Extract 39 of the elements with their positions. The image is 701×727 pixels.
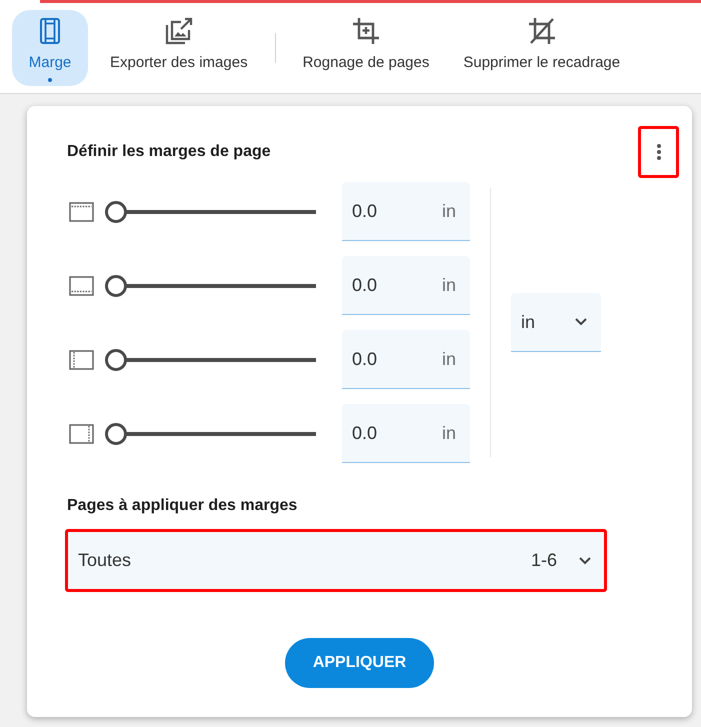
margin-input-field[interactable]: 0.0 in [342, 182, 470, 241]
margin-input-field[interactable]: 0.0 in [342, 256, 470, 315]
margin-slider-track[interactable] [105, 348, 316, 370]
margin-slider-track[interactable] [105, 200, 316, 222]
page-margins-icon [40, 17, 60, 45]
active-dot-icon [48, 78, 52, 82]
export-images-icon [164, 17, 193, 45]
pages-select[interactable]: Toutes 1-6 [65, 529, 607, 592]
margin-input-field[interactable]: 0.0 in [342, 404, 470, 463]
slider-thumb[interactable] [105, 274, 127, 296]
chevron-down-icon [575, 318, 587, 326]
slider-thumb[interactable] [105, 348, 127, 370]
left-margin-icon [69, 350, 94, 370]
crop-plus-icon [352, 17, 380, 45]
unit-suffix: in [442, 274, 456, 296]
vertical-dots-icon [656, 143, 662, 161]
apply-button[interactable]: APPLIQUER [285, 638, 434, 688]
crop-off-icon [528, 17, 556, 45]
toolbar-button[interactable]: Supprimer le recadrage [451, 10, 632, 86]
unit-select[interactable]: in [511, 293, 601, 352]
toolbar-button[interactable]: Exporter des images [98, 10, 260, 86]
unit-suffix: in [442, 422, 456, 444]
margin-slider-track[interactable] [105, 422, 316, 444]
unit-suffix: in [442, 348, 456, 370]
top-margin-icon [69, 202, 94, 222]
toolbar-button[interactable]: Rognage de pages [290, 10, 442, 86]
right-margin-icon [69, 424, 94, 444]
more-options-button[interactable] [638, 126, 679, 178]
bottom-margin-icon [69, 276, 94, 296]
margin-slider-track[interactable] [105, 274, 316, 296]
toolbar-button[interactable]: Marge [12, 10, 88, 86]
slider-thumb[interactable] [105, 200, 127, 222]
section-title: Pages à appliquer des marges [67, 496, 298, 516]
page-range-text: 1-6 [530, 550, 557, 571]
margin-input-field[interactable]: 0.0 in [342, 330, 470, 389]
chevron-down-icon [579, 556, 591, 564]
section-title: Définir les marges de page [67, 142, 271, 162]
unit-suffix: in [442, 200, 456, 222]
slider-thumb[interactable] [105, 422, 127, 444]
